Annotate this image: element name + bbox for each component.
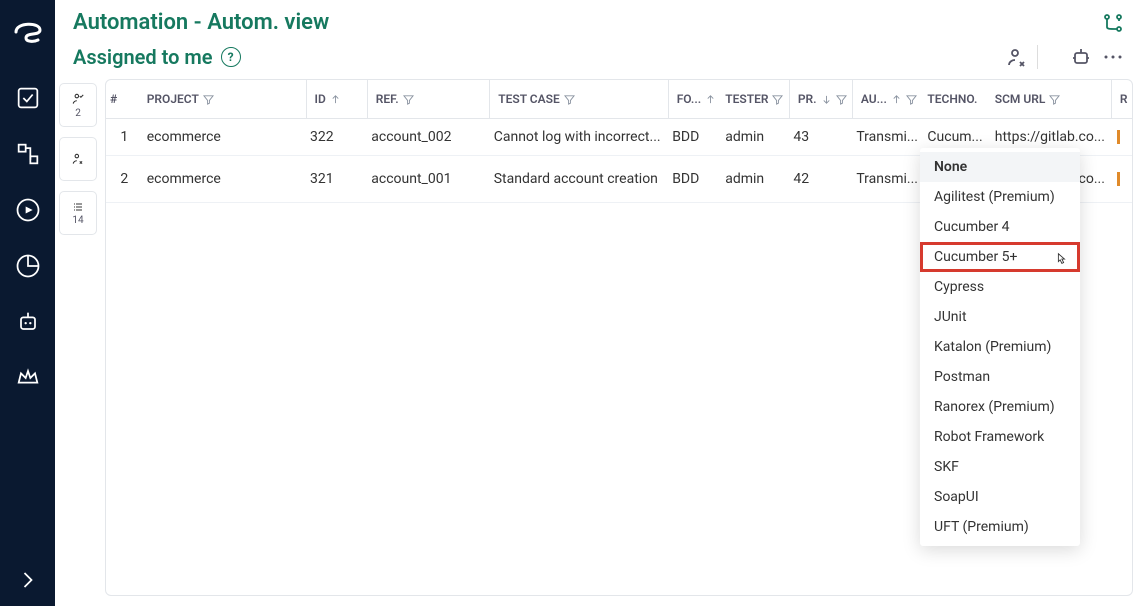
view-subtitle: Assigned to me <box>73 45 213 69</box>
vtab-assigned[interactable]: 2 <box>59 83 97 127</box>
vertical-tab-bar: 2 14 <box>55 79 101 606</box>
filter-icon[interactable] <box>203 94 214 105</box>
col-fo[interactable]: FO... <box>668 80 721 119</box>
col-num[interactable]: # <box>106 80 143 119</box>
col-id[interactable]: ID <box>306 80 367 119</box>
filter-icon[interactable] <box>1049 94 1060 105</box>
col-project[interactable]: PROJECT <box>143 80 306 119</box>
nav-robot-icon[interactable] <box>14 308 42 336</box>
filter-icon[interactable] <box>564 94 575 105</box>
dropdown-item-katalon[interactable]: Katalon (Premium) <box>920 332 1080 362</box>
sort-asc-icon[interactable] <box>705 94 716 105</box>
dropdown-item-agilitest[interactable]: Agilitest (Premium) <box>920 182 1080 212</box>
dropdown-item-skf[interactable]: SKF <box>920 452 1080 482</box>
vtab-unassigned[interactable] <box>59 137 97 181</box>
sort-asc-icon[interactable] <box>330 94 341 105</box>
dropdown-item-cucumber5[interactable]: Cucumber 5+ <box>920 242 1080 272</box>
table-container: # PROJECT ID REF. TEST CASE FO... TESTER… <box>105 79 1133 596</box>
sort-asc-icon[interactable] <box>891 94 902 105</box>
vtab-list[interactable]: 14 <box>59 191 97 235</box>
unassign-icon[interactable] <box>1005 45 1029 69</box>
left-nav <box>0 0 55 606</box>
nav-tree-icon[interactable] <box>14 140 42 168</box>
col-r[interactable]: R <box>1111 80 1132 119</box>
dropdown-item-none[interactable]: None <box>920 152 1080 182</box>
col-testcase[interactable]: TEST CASE <box>490 80 668 119</box>
git-branch-icon[interactable] <box>1101 11 1125 35</box>
nav-crown-icon[interactable] <box>14 364 42 392</box>
page-title: Automation - Autom. view <box>73 10 329 35</box>
col-tester[interactable]: TESTER <box>721 80 789 119</box>
nav-check-icon[interactable] <box>14 84 42 112</box>
status-bar-icon <box>1117 172 1120 186</box>
col-techno[interactable]: TECHNO. <box>923 80 990 119</box>
vtab-count-2: 14 <box>72 215 83 226</box>
robot-action-icon[interactable] <box>1069 45 1093 69</box>
table-header-row: # PROJECT ID REF. TEST CASE FO... TESTER… <box>106 80 1132 119</box>
dropdown-item-robot[interactable]: Robot Framework <box>920 422 1080 452</box>
app-logo <box>8 10 48 50</box>
col-au[interactable]: AU... <box>852 80 923 119</box>
col-ref[interactable]: REF. <box>367 80 489 119</box>
help-icon[interactable]: ? <box>221 47 241 67</box>
dropdown-item-cucumber4[interactable]: Cucumber 4 <box>920 212 1080 242</box>
filter-icon[interactable] <box>906 94 917 105</box>
col-scm[interactable]: SCM URL <box>991 80 1112 119</box>
vtab-count-0: 2 <box>75 108 81 119</box>
collapse-nav-icon[interactable] <box>14 566 42 594</box>
filter-icon[interactable] <box>403 94 414 105</box>
more-menu-icon[interactable] <box>1101 45 1125 69</box>
dropdown-item-junit[interactable]: JUnit <box>920 302 1080 332</box>
sort-desc-icon[interactable] <box>821 94 832 105</box>
filter-icon[interactable] <box>772 94 783 105</box>
cursor-pointer-icon <box>1054 252 1068 266</box>
divider <box>1037 45 1061 69</box>
dropdown-item-uft[interactable]: UFT (Premium) <box>920 512 1080 542</box>
dropdown-item-postman[interactable]: Postman <box>920 362 1080 392</box>
dropdown-item-cypress[interactable]: Cypress <box>920 272 1080 302</box>
dropdown-item-soapui[interactable]: SoapUI <box>920 482 1080 512</box>
nav-play-icon[interactable] <box>14 196 42 224</box>
dropdown-item-ranorex[interactable]: Ranorex (Premium) <box>920 392 1080 422</box>
nav-chart-icon[interactable] <box>14 252 42 280</box>
status-bar-icon <box>1117 130 1120 144</box>
col-pr[interactable]: PR. <box>789 80 852 119</box>
techno-dropdown: None Agilitest (Premium) Cucumber 4 Cucu… <box>920 148 1080 546</box>
filter-icon[interactable] <box>836 94 847 105</box>
